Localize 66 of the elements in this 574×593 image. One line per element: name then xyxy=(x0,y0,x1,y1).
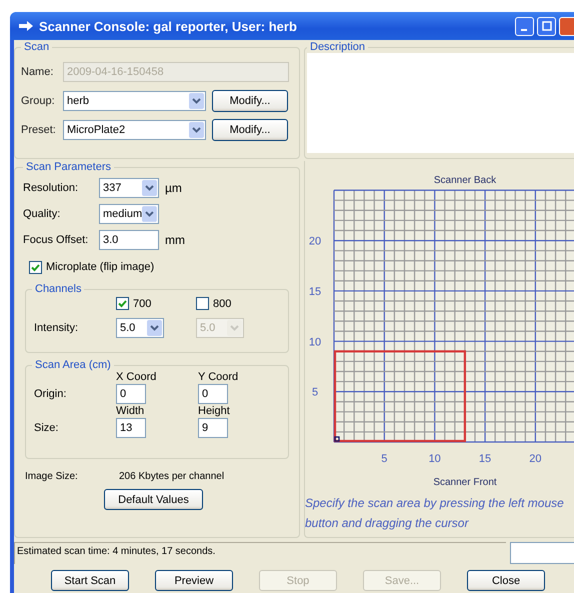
axis-tick-label: 5 xyxy=(312,386,318,399)
field-label: Preset: xyxy=(21,124,57,136)
axis-title: Scanner Front xyxy=(433,477,497,487)
axis-tick-label: 20 xyxy=(529,453,542,465)
origin-marker xyxy=(334,436,340,442)
field-label: Size: xyxy=(33,422,60,434)
checkbox-label: 800 xyxy=(213,298,232,310)
checkbox-label: Microplate (flip image) xyxy=(46,261,154,273)
group-legend: Scan Parameters xyxy=(23,161,114,173)
hint-text: Specify the scan area by pressing the left mouse button and dragging the cursor xyxy=(305,495,565,532)
column-label: Y Coord xyxy=(198,371,240,383)
action-button[interactable]: Start Scan xyxy=(51,570,129,591)
scan-area-rectangle[interactable] xyxy=(334,350,466,442)
modify-button[interactable]: Modify... xyxy=(212,90,288,112)
column-label: Width xyxy=(116,405,146,417)
axis-tick-label: 10 xyxy=(308,336,322,348)
field-label: Focus Offset: xyxy=(23,234,90,246)
image-size-value: 206 Kbytes per channel xyxy=(119,471,224,482)
axis-tick-label: 20 xyxy=(308,236,322,248)
description-field[interactable] xyxy=(307,53,574,153)
checkbox-label: 700 xyxy=(133,298,152,310)
maximize-button[interactable] xyxy=(537,16,556,36)
status-bar: Estimated scan time: 4 minutes, 17 seconds. xyxy=(14,542,506,564)
x-coord-field[interactable]: 0 xyxy=(116,384,146,404)
channel-checkbox[interactable] xyxy=(116,297,129,310)
focus-offset-field[interactable]: 3.0 xyxy=(99,230,159,250)
default-values-button[interactable]: Default Values xyxy=(104,489,203,510)
minimize-icon xyxy=(520,29,526,31)
unit-label: µm xyxy=(165,181,182,195)
axis-tick-label: 15 xyxy=(308,286,322,298)
field-label: Name: xyxy=(21,66,54,78)
field-label: Intensity: xyxy=(33,322,80,334)
resolution-combo[interactable]: 337 xyxy=(99,178,159,198)
action-button[interactable]: Close xyxy=(467,570,545,591)
field-label: Resolution: xyxy=(23,182,80,194)
group-legend: Description xyxy=(307,41,368,53)
preset-combo[interactable]: MicroPlate2 xyxy=(63,120,206,140)
column-label: Height xyxy=(198,405,231,417)
quality-combo[interactable]: medium xyxy=(99,204,159,224)
group-combo[interactable]: herb xyxy=(63,90,206,110)
width-field[interactable]: 13 xyxy=(116,418,146,438)
y-coord-field[interactable]: 0 xyxy=(198,384,228,404)
modify-button[interactable]: Modify... xyxy=(212,118,288,140)
axis-tick-label: 10 xyxy=(428,453,441,465)
axis-tick-label: 5 xyxy=(381,453,388,465)
group-legend: Channels xyxy=(32,283,84,295)
intensity-combo[interactable]: 5.0 xyxy=(116,318,164,338)
field-label: Quality: xyxy=(23,208,62,220)
axis-tick-label: 15 xyxy=(478,453,492,465)
minimize-button[interactable] xyxy=(515,16,534,36)
group-legend: Scan xyxy=(21,41,52,53)
window-title: Scanner Console: gal reporter, User: herb xyxy=(39,18,297,34)
axis-title: Scanner Back xyxy=(434,175,496,186)
arrow-icon xyxy=(18,20,34,32)
column-label: X Coord xyxy=(116,371,158,383)
field-label: Image Size: xyxy=(25,471,79,482)
scan-grid-drawing[interactable] xyxy=(333,190,574,443)
group-legend: Scan Area (cm) xyxy=(32,359,114,371)
maximize-icon xyxy=(542,21,552,31)
status-field xyxy=(510,542,574,564)
field-label: Group: xyxy=(21,94,56,106)
unit-label: mm xyxy=(165,233,185,247)
field-label: Origin: xyxy=(33,388,68,400)
microplate-checkbox[interactable] xyxy=(29,260,42,274)
action-button[interactable]: Preview xyxy=(155,570,233,591)
height-field[interactable]: 9 xyxy=(198,418,228,438)
